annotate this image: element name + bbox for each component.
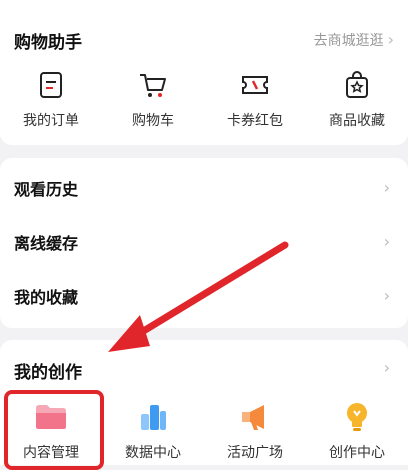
- annotation-arrow: [108, 241, 289, 352]
